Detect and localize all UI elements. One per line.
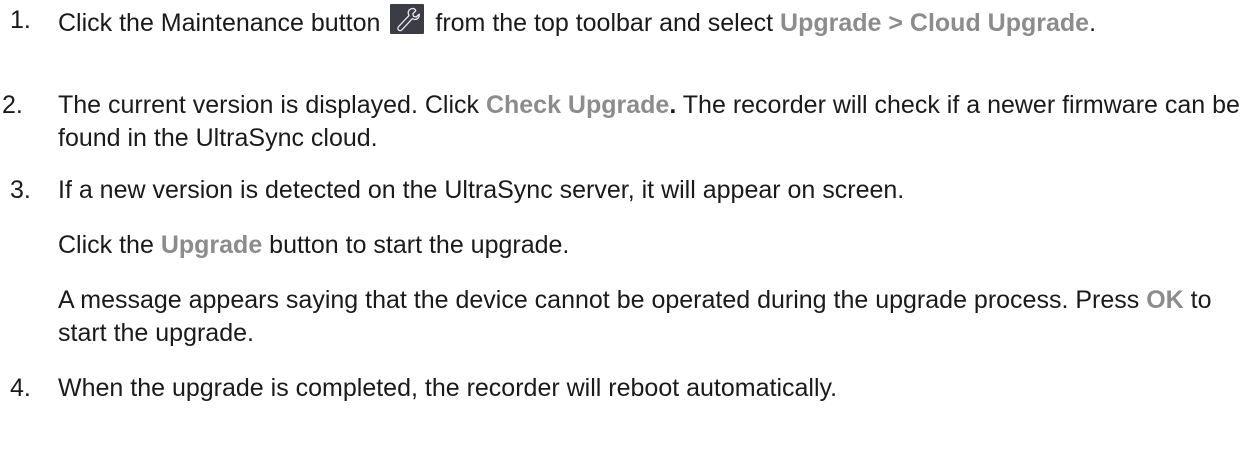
step-4-text: When the upgrade is completed, the recor… [58, 374, 838, 402]
step-3-paragraph-upgrade: Click the Upgrade button to start the up… [58, 229, 1251, 262]
step-number: 4. [10, 374, 31, 402]
step-3-text: If a new version is detected on the Ultr… [58, 176, 905, 204]
menu-path-cloud-upgrade: Upgrade > Cloud Upgrade [780, 9, 1090, 37]
step-3-paragraph-message: A message appears saying that the device… [58, 284, 1251, 350]
ok-button-label: OK [1146, 286, 1184, 314]
upgrade-button-label: Upgrade [160, 231, 263, 259]
step-3-para2-after: button to start the upgrade. [262, 231, 570, 259]
check-upgrade-label: Check Upgrade [485, 91, 670, 119]
step-3-para2-before: Click the [58, 231, 161, 259]
step-4: 4. When the upgrade is completed, the re… [0, 372, 1251, 405]
step-1: 1. Click the Maintenance button from the… [0, 4, 1251, 40]
step-number: 1. [10, 6, 31, 34]
step-1-text-after-icon: from the top toolbar and select [428, 9, 781, 37]
wrench-icon [390, 4, 425, 34]
step-number: 3. [10, 176, 31, 204]
step-1-text-before-icon: Click the Maintenance button [58, 9, 381, 37]
step-text: When the upgrade is completed, the recor… [58, 372, 1251, 405]
step-1-text-end: . [1089, 9, 1097, 37]
step-number: 2. [2, 91, 23, 119]
step-text: If a new version is detected on the Ultr… [58, 174, 1251, 207]
step-3-para3-before: A message appears saying that the device… [58, 286, 1147, 314]
step-2-text-before: The current version is displayed. Click [58, 91, 486, 119]
step-text: Click the Maintenance button from the to… [58, 4, 1251, 40]
step-2: 2. The current version is displayed. Cli… [0, 89, 1251, 155]
step-3: 3. If a new version is detected on the U… [0, 174, 1251, 207]
step-text: The current version is displayed. Click … [26, 89, 1251, 155]
